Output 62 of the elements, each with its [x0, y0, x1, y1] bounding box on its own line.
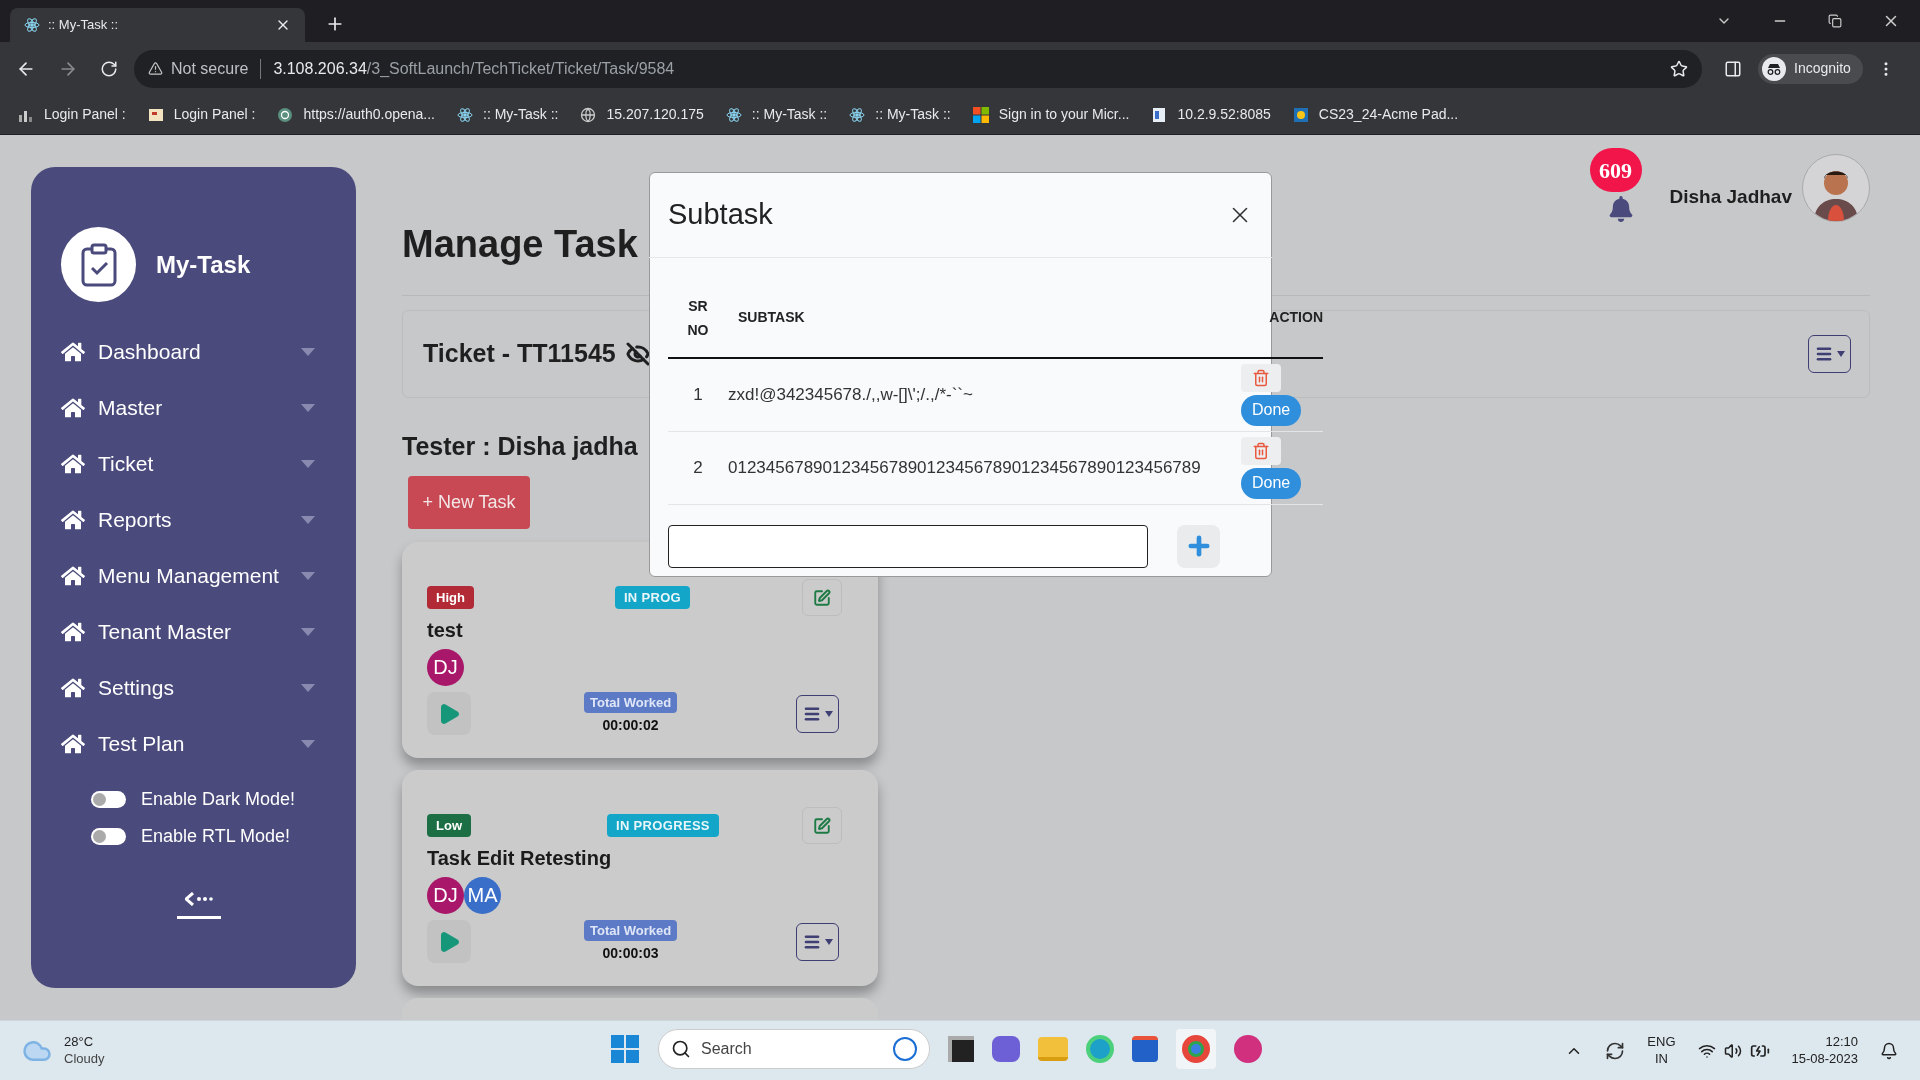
- row-number: 2: [693, 457, 703, 477]
- worked-time: 00:00:03: [602, 944, 659, 963]
- status-badge: IN PROG: [614, 585, 691, 610]
- tester-heading: Tester : Disha jadha: [402, 431, 638, 462]
- bookmark-item[interactable]: 10.2.9.52:8085: [1151, 104, 1271, 125]
- bookmark-item[interactable]: Login Panel :: [18, 104, 126, 125]
- priority-badge: High: [427, 585, 474, 610]
- column-header: SUBTASK: [738, 309, 805, 325]
- clock-date: 15-08-2023: [1791, 1050, 1858, 1067]
- security-label: Not secure: [171, 58, 249, 79]
- nav-item[interactable]: Ticket: [61, 436, 326, 492]
- total-worked-badge: Total Worked: [584, 691, 678, 713]
- new-task-button[interactable]: + New Task: [408, 475, 530, 529]
- profile-label: Incognito: [1794, 59, 1851, 78]
- nav-item[interactable]: Tenant Master: [61, 604, 326, 660]
- task-title: test: [427, 617, 464, 643]
- nav-item[interactable]: Dashboard: [61, 324, 326, 380]
- language-label: ENG: [1647, 1034, 1676, 1051]
- column-header: ACTION: [1269, 309, 1323, 325]
- avatar: MA: [464, 876, 501, 914]
- bookmark-item[interactable]: :: My-Task ::: [457, 104, 559, 125]
- column-header: SR NO: [686, 296, 710, 340]
- avatar: DJ: [427, 648, 464, 686]
- avatar: DJ: [427, 876, 464, 914]
- row-number: 1: [693, 385, 703, 404]
- brand-name: My-Task: [156, 249, 251, 280]
- temperature: 28°C: [64, 1034, 95, 1051]
- tab-title: :: My-Task ::: [48, 16, 120, 35]
- clock-time: 12:10: [1825, 1034, 1858, 1051]
- nav-item[interactable]: Master: [61, 380, 326, 436]
- weather-label: Cloudy: [64, 1050, 105, 1067]
- user-name: Disha Jadhav: [1669, 184, 1792, 209]
- dialog-title: Subtask: [668, 196, 774, 232]
- bookmark-item[interactable]: https://auth0.opena...: [277, 104, 435, 125]
- nav-item[interactable]: Test Plan: [61, 716, 326, 772]
- subtask-text: zxd!@342345678./,,w-[]\';/.,/*-``~: [728, 385, 973, 404]
- toggle-label: Enable RTL Mode!: [141, 825, 291, 848]
- region-label: IN: [1654, 1050, 1668, 1067]
- total-worked-badge: Total Worked: [584, 919, 678, 941]
- bookmark-item[interactable]: :: My-Task ::: [725, 104, 828, 125]
- status-badge: IN PROGRESS: [607, 813, 719, 838]
- toggle-label: Enable Dark Mode!: [141, 788, 296, 811]
- priority-badge: Low: [427, 813, 471, 838]
- nav-item[interactable]: Reports: [61, 492, 326, 548]
- page-title: Manage Task: [402, 222, 638, 267]
- nav-item[interactable]: Settings: [61, 660, 326, 716]
- bookmark-item[interactable]: 15.207.120.175: [580, 104, 704, 125]
- url-text: 3.108.206.34/3_SoftLaunch/TechTicket/Ticket/Task/9584: [273, 58, 676, 79]
- ticket-title: Ticket - TT11545: [423, 338, 616, 370]
- incognito-badge[interactable]: Incognito: [1758, 53, 1863, 84]
- worked-time: 00:00:02: [602, 716, 659, 735]
- nav-item[interactable]: Menu Management: [61, 548, 326, 604]
- task-title: Task Edit Retesting: [427, 845, 613, 871]
- subtask-text: 01234567890123456789012345678901234567890123456789: [728, 457, 1201, 477]
- bookmark-item[interactable]: CS23_24-Acme Pad...: [1292, 104, 1459, 125]
- bookmark-item[interactable]: :: My-Task ::: [849, 104, 951, 125]
- bookmark-item[interactable]: Sign in to your Micr...: [972, 104, 1130, 125]
- taskbar-search-field[interactable]: Search: [658, 1029, 930, 1069]
- browser-tab[interactable]: :: My-Task ::: [10, 8, 305, 42]
- address-bar[interactable]: Not secure 3.108.206.34/3_SoftLaunch/TechTicket/Ticket/Task/9584: [134, 49, 1702, 88]
- notification-count: 609: [1589, 148, 1642, 192]
- bookmark-item[interactable]: Login Panel :: [147, 104, 256, 125]
